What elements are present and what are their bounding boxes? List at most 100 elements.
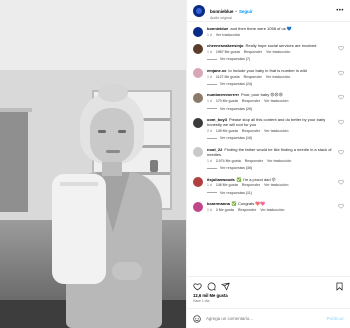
reply-button[interactable]: Responder bbox=[242, 129, 260, 133]
reply-button[interactable]: Responder bbox=[244, 75, 262, 79]
view-replies-button[interactable]: Ver respuestas (24) bbox=[207, 82, 336, 86]
comment: cheeneseakeesinjo Really hope social serv… bbox=[193, 43, 344, 61]
face bbox=[90, 108, 134, 164]
translate-link[interactable]: Ver traducción bbox=[264, 99, 288, 103]
reply-button[interactable]: Responder bbox=[242, 99, 260, 103]
comments-list[interactable]: bonnieblue and then there were 1058 of us… bbox=[187, 22, 350, 276]
publish-button[interactable]: Publicar bbox=[327, 316, 344, 321]
post-media[interactable] bbox=[0, 0, 186, 328]
door bbox=[0, 112, 28, 212]
comment-icon[interactable] bbox=[207, 282, 216, 291]
comment-username[interactable]: cheeneseakeesinjo bbox=[207, 43, 243, 48]
reply-button[interactable]: Responder bbox=[245, 159, 263, 163]
comment-likes[interactable]: 2.074 Me gusta bbox=[216, 159, 241, 163]
header-username[interactable]: bonnieblue bbox=[210, 9, 233, 14]
towel bbox=[52, 174, 106, 284]
translate-link[interactable]: Ver traducción bbox=[266, 75, 290, 79]
comment-time[interactable]: 2 d bbox=[207, 129, 212, 133]
translate-link[interactable]: Ver traducción bbox=[267, 159, 291, 163]
comment-username[interactable]: itsjulianwoods bbox=[207, 177, 235, 182]
heart-icon[interactable] bbox=[193, 282, 202, 291]
view-replies-button[interactable]: Ver respuestas (16) bbox=[207, 136, 336, 140]
heart-icon[interactable] bbox=[338, 179, 344, 185]
comment-username[interactable]: bcarrmanna bbox=[207, 201, 230, 206]
comment-input[interactable] bbox=[206, 316, 316, 321]
comment: itsjulianwoods ✅ I'm a proud dad 😝 1 d 146… bbox=[193, 177, 344, 195]
comment-time[interactable]: 1 d bbox=[207, 208, 212, 212]
comment-username[interactable]: numbnernnerrrrr bbox=[207, 92, 239, 97]
smiley-icon[interactable] bbox=[193, 314, 201, 323]
comment-text: ✅ I'm a proud dad 😝 bbox=[236, 176, 276, 182]
heart-icon[interactable] bbox=[338, 149, 344, 155]
heart-icon[interactable] bbox=[338, 203, 344, 209]
comment-username[interactable]: emjane.xx bbox=[207, 68, 226, 73]
comment-time[interactable]: 1 d bbox=[207, 50, 212, 54]
view-replies-button[interactable]: Ver respuestas (26) bbox=[207, 107, 336, 111]
heart-icon[interactable] bbox=[338, 119, 344, 125]
reply-button[interactable]: Responder bbox=[242, 183, 260, 187]
view-replies-button[interactable]: Ver respuestas (7) bbox=[207, 57, 336, 61]
comment-text: ✅ Congrats 💖💖 bbox=[231, 201, 266, 207]
hair-bun bbox=[98, 84, 128, 102]
heart-icon[interactable] bbox=[338, 70, 344, 76]
bookmark-icon[interactable] bbox=[335, 282, 344, 291]
translate-link[interactable]: Ver traducción bbox=[260, 208, 284, 212]
post-side-panel: bonnieblue • Seguir Audio original ••• bon… bbox=[186, 0, 350, 328]
post-header: bonnieblue • Seguir Audio original ••• bbox=[187, 0, 350, 22]
eye bbox=[118, 130, 126, 133]
comment: oom_boy3 Please stop all this content and… bbox=[193, 117, 344, 140]
heart-icon[interactable] bbox=[338, 45, 344, 51]
follow-button[interactable]: Seguir bbox=[239, 9, 253, 14]
comment-likes[interactable]: 2 Me gusta bbox=[216, 208, 234, 212]
avatar[interactable] bbox=[193, 43, 203, 54]
comment-text: Poor, poor baby 😩😩😩 bbox=[241, 92, 283, 98]
more-horizontal-icon[interactable]: ••• bbox=[336, 8, 344, 14]
avatar[interactable] bbox=[193, 147, 203, 158]
likes-count[interactable]: 12,6 mil Me gusta bbox=[193, 293, 344, 298]
reply-button[interactable]: Responder bbox=[244, 50, 262, 54]
avatar[interactable] bbox=[193, 26, 203, 37]
post-time[interactable]: Hace 1 día bbox=[193, 299, 344, 303]
comment-likes[interactable]: 149 Me gusta bbox=[216, 129, 238, 133]
comment-time[interactable]: 1 d bbox=[207, 159, 212, 163]
caption-time[interactable]: 1 d bbox=[207, 33, 212, 37]
avatar[interactable] bbox=[193, 92, 203, 103]
post-actions: 12,6 mil Me gusta Hace 1 día bbox=[187, 276, 350, 303]
comment-text: Really hope social services are involved bbox=[245, 43, 317, 49]
send-icon[interactable] bbox=[221, 282, 230, 291]
comment: bcarrmanna ✅ Congrats 💖💖 1 d 2 Me gusta Res… bbox=[193, 201, 344, 212]
translate-link[interactable]: Ver traducción bbox=[264, 129, 288, 133]
comment-time[interactable]: 1 d bbox=[207, 183, 212, 187]
mouth bbox=[106, 150, 120, 153]
comment-likes[interactable]: 146 Me gusta bbox=[216, 183, 238, 187]
comment-time[interactable]: 1 d bbox=[207, 99, 212, 103]
comment-time[interactable]: 1 d bbox=[207, 75, 212, 79]
comment-likes[interactable]: 1127 Me gusta bbox=[216, 75, 240, 79]
comment-username[interactable]: noot_22 bbox=[207, 147, 222, 152]
heart-icon[interactable] bbox=[338, 94, 344, 100]
reply-button[interactable]: Responder bbox=[238, 208, 256, 212]
avatar[interactable] bbox=[193, 117, 203, 128]
audio-link[interactable]: Audio original bbox=[210, 16, 253, 21]
avatar[interactable] bbox=[193, 201, 203, 212]
comment: emjane.xx to include your baby in that is… bbox=[193, 68, 344, 86]
view-replies-button[interactable]: Ver respuestas (36) bbox=[207, 166, 336, 170]
add-comment-bar: Publicar bbox=[187, 308, 350, 328]
caption-username[interactable]: bonnieblue bbox=[207, 26, 228, 31]
avatar[interactable] bbox=[193, 4, 205, 17]
caption-text: and then there were 1058 of us 💙 bbox=[230, 26, 292, 31]
comment-likes[interactable]: 170 Me gusta bbox=[216, 99, 238, 103]
separator-dot: • bbox=[235, 8, 237, 14]
translate-link[interactable]: Ver traducción bbox=[266, 50, 290, 54]
comment-likes[interactable]: 1967 Me gusta bbox=[216, 50, 240, 54]
view-replies-button[interactable]: Ver respuestas (11) bbox=[207, 191, 336, 195]
comment-username[interactable]: oom_boy3 bbox=[207, 117, 227, 122]
translate-link[interactable]: Ver traducción bbox=[264, 183, 288, 187]
eye bbox=[98, 130, 106, 133]
ceiling bbox=[0, 0, 186, 70]
hand bbox=[112, 262, 142, 280]
avatar[interactable] bbox=[193, 177, 203, 188]
comment: noot_22 Finding the father would be like … bbox=[193, 147, 344, 170]
avatar[interactable] bbox=[193, 68, 203, 79]
translate-link[interactable]: Ver traducción bbox=[216, 33, 240, 37]
